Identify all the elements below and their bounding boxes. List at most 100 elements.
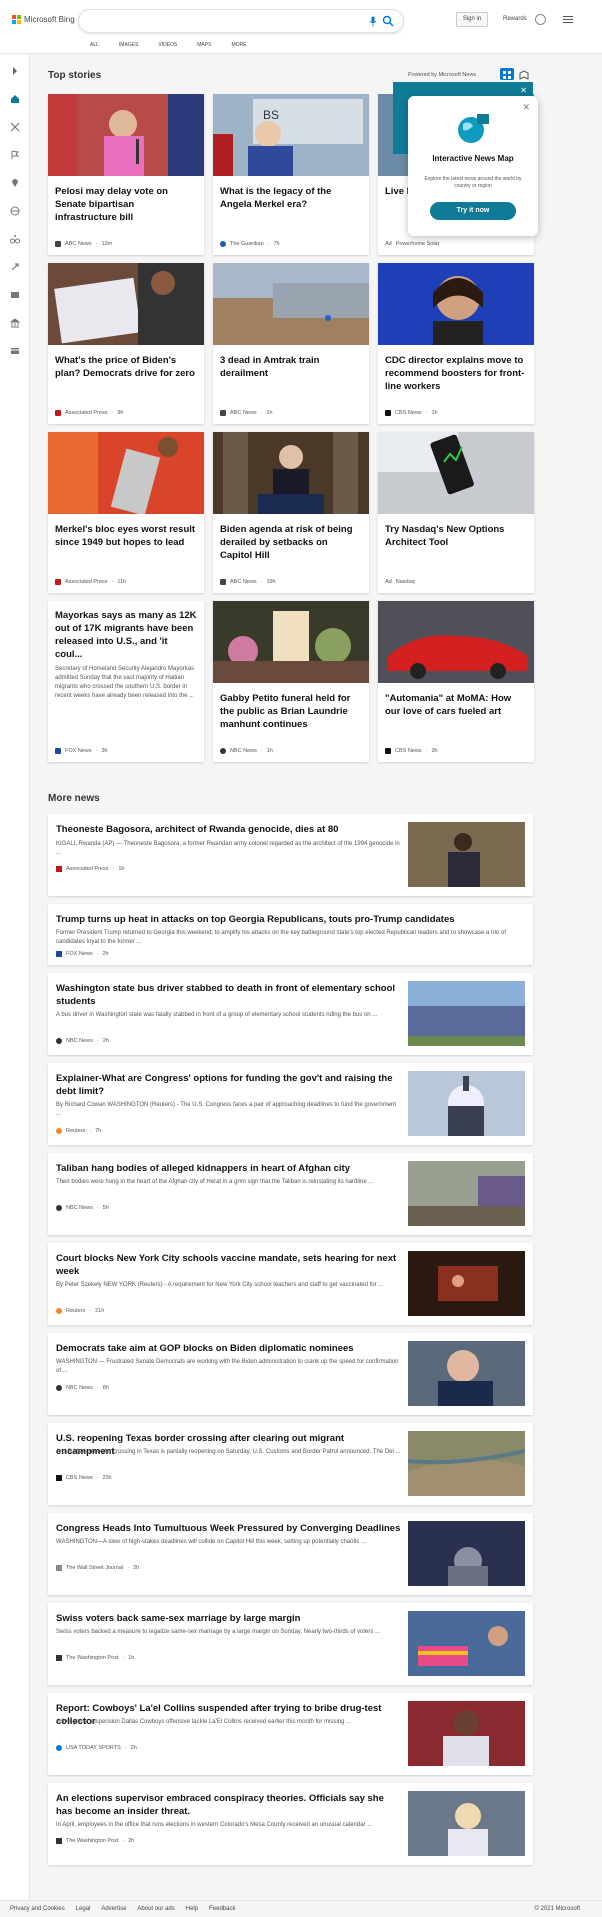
- news-source: NBC News · 5h: [56, 1205, 109, 1211]
- news-item[interactable]: Theoneste Bagosora, architect of Rwanda …: [48, 814, 533, 896]
- news-image: [408, 1161, 525, 1226]
- news-item[interactable]: An elections supervisor embraced conspir…: [48, 1783, 533, 1865]
- news-item[interactable]: Democrats take aim at GOP blocks on Bide…: [48, 1333, 533, 1415]
- story-card[interactable]: CDC director explains move to recommend …: [378, 263, 534, 424]
- rewards-link[interactable]: Rewards: [503, 16, 527, 22]
- search-nav: ALL IMAGES VIDEOS MAPS MORE: [90, 42, 246, 48]
- ad-source: Ad Nasdaq: [385, 579, 415, 585]
- news-source: Reuters · 21h: [56, 1308, 104, 1314]
- card-icon[interactable]: [10, 346, 20, 356]
- header: Microsoft Bing ALL IMAGES VIDEOS MAPS MO…: [0, 0, 602, 54]
- news-body: WASHINGTON—A slew of high-stakes deadlin…: [56, 1539, 367, 1545]
- nav-videos[interactable]: VIDEOS: [158, 42, 177, 48]
- sign-in-button[interactable]: Sign in: [456, 12, 488, 27]
- footer-legal-link[interactable]: Legal: [76, 1906, 91, 1912]
- bank-icon[interactable]: [10, 318, 20, 328]
- banner-close-icon[interactable]: ✕: [520, 86, 527, 95]
- story-source: ABC News · 12m: [55, 241, 112, 247]
- copyright: © 2021 Microsoft: [534, 1906, 580, 1912]
- rocket-icon[interactable]: [10, 262, 20, 272]
- powered-by: Powered by Microsoft News: [408, 72, 477, 78]
- news-source: The Washington Post · 2h: [56, 1838, 134, 1844]
- search-input[interactable]: [78, 9, 404, 33]
- footer-about-ads-link[interactable]: About our ads: [137, 1906, 174, 1912]
- story-image: [378, 263, 534, 345]
- globe-map-icon: [458, 114, 489, 143]
- more-news-title: More news: [48, 793, 100, 804]
- microphone-icon[interactable]: [369, 16, 377, 27]
- news-image: [408, 1431, 525, 1496]
- news-source: The Washington Post · 1h: [56, 1655, 134, 1661]
- video-icon[interactable]: [10, 290, 20, 300]
- story-card[interactable]: Merkel's bloc eyes worst result since 19…: [48, 432, 204, 593]
- story-image: [213, 432, 369, 514]
- story-card[interactable]: 3 dead in Amtrak train derailment ABC Ne…: [213, 263, 369, 424]
- story-title: Merkel's bloc eyes worst result since 19…: [55, 524, 196, 548]
- news-item[interactable]: U.S. reopening Texas border crossing aft…: [48, 1423, 533, 1505]
- flag-icon[interactable]: [10, 150, 20, 160]
- footer-advertise-link[interactable]: Advertise: [101, 1906, 126, 1912]
- story-card[interactable]: Pelosi may delay vote on Senate bipartis…: [48, 94, 204, 255]
- news-source: NBC News · 8h: [56, 1385, 109, 1391]
- news-item[interactable]: Washington state bus driver stabbed to d…: [48, 973, 533, 1055]
- rewards-icon[interactable]: [535, 14, 546, 25]
- ad-card[interactable]: Try Nasdaq's New Options Architect Tool …: [378, 432, 534, 593]
- news-item[interactable]: Swiss voters back same-sex marriage by l…: [48, 1603, 533, 1685]
- news-title: Taliban hang bodies of alleged kidnapper…: [56, 1163, 351, 1174]
- news-item[interactable]: Taliban hang bodies of alleged kidnapper…: [48, 1153, 533, 1235]
- bing-logo[interactable]: Microsoft Bing: [12, 15, 75, 24]
- story-card[interactable]: Gabby Petito funeral held for the public…: [213, 601, 369, 762]
- story-source: FOX News · 3h: [55, 748, 108, 754]
- news-item[interactable]: Trump turns up heat in attacks on top Ge…: [48, 904, 533, 965]
- news-title: Democrats take aim at GOP blocks on Bide…: [56, 1343, 354, 1354]
- news-image: [408, 1791, 525, 1856]
- story-title: "Automania" at MoMA: How our love of car…: [385, 693, 512, 717]
- tools-icon[interactable]: [10, 122, 20, 132]
- nav-images[interactable]: IMAGES: [119, 42, 138, 48]
- story-card[interactable]: BS What is the legacy of the Angela Merk…: [213, 94, 369, 255]
- news-title: An elections supervisor embraced conspir…: [56, 1793, 384, 1817]
- ad-source: Ad Powerhome Solar: [385, 241, 440, 247]
- news-item[interactable]: Explainer-What are Congress' options for…: [48, 1063, 533, 1145]
- story-title: Biden agenda at risk of being derailed b…: [220, 524, 353, 561]
- news-item[interactable]: Court blocks New York City schools vacci…: [48, 1243, 533, 1325]
- story-card[interactable]: Biden agenda at risk of being derailed b…: [213, 432, 369, 593]
- news-image: [408, 1611, 525, 1676]
- news-image: [408, 1251, 525, 1316]
- map-view-icon[interactable]: [517, 68, 531, 80]
- news-body: A five-game suspension Dallas Cowboys of…: [56, 1719, 352, 1725]
- grid-view-icon[interactable]: [500, 68, 514, 80]
- footer-feedback-link[interactable]: Feedback: [209, 1906, 235, 1912]
- home-icon[interactable]: [10, 94, 20, 104]
- news-body: By Richard Cowan WASHINGTON (Reuters) - …: [56, 1102, 397, 1117]
- news-body: WASHINGTON — Frustrated Senate Democrats…: [56, 1359, 399, 1374]
- story-source: CBS News · 1h: [385, 410, 438, 416]
- news-title: Washington state bus driver stabbed to d…: [56, 983, 396, 1007]
- menu-icon[interactable]: [563, 16, 573, 24]
- news-source: FOX News · 2h: [56, 951, 109, 957]
- popup-title: Interactive News Map: [432, 154, 514, 163]
- search-icon[interactable]: [382, 15, 394, 27]
- news-title: Congress Heads Into Tumultuous Week Pres…: [56, 1523, 401, 1534]
- news-source: Reuters · 7h: [56, 1128, 101, 1134]
- location-icon[interactable]: [10, 178, 20, 188]
- story-card[interactable]: What's the price of Biden's plan? Democr…: [48, 263, 204, 424]
- story-card[interactable]: "Automania" at MoMA: How our love of car…: [378, 601, 534, 762]
- bike-icon[interactable]: [10, 234, 20, 244]
- nav-maps[interactable]: MAPS: [197, 42, 211, 48]
- nav-more[interactable]: MORE: [231, 42, 246, 48]
- try-it-now-button[interactable]: Try it now: [430, 202, 516, 220]
- footer-privacy-link[interactable]: Privacy and Cookies: [10, 1906, 65, 1912]
- story-card[interactable]: Mayorkas says as many as 12K out of 17K …: [48, 601, 204, 762]
- news-source: NBC News · 2h: [56, 1038, 109, 1044]
- globe-icon[interactable]: [10, 206, 20, 216]
- news-item[interactable]: Report: Cowboys' La'el Collins suspended…: [48, 1693, 533, 1775]
- news-body: A U.S-Mexico border crossing in Texas is…: [56, 1449, 401, 1455]
- news-item[interactable]: Congress Heads Into Tumultuous Week Pres…: [48, 1513, 533, 1595]
- news-title: Explainer-What are Congress' options for…: [56, 1073, 393, 1097]
- story-source: Associated Press · 9h: [55, 410, 123, 416]
- nav-all[interactable]: ALL: [90, 42, 99, 48]
- footer-help-link[interactable]: Help: [186, 1906, 198, 1912]
- popup-close-icon[interactable]: ✕: [522, 102, 530, 113]
- expand-icon[interactable]: [10, 66, 20, 76]
